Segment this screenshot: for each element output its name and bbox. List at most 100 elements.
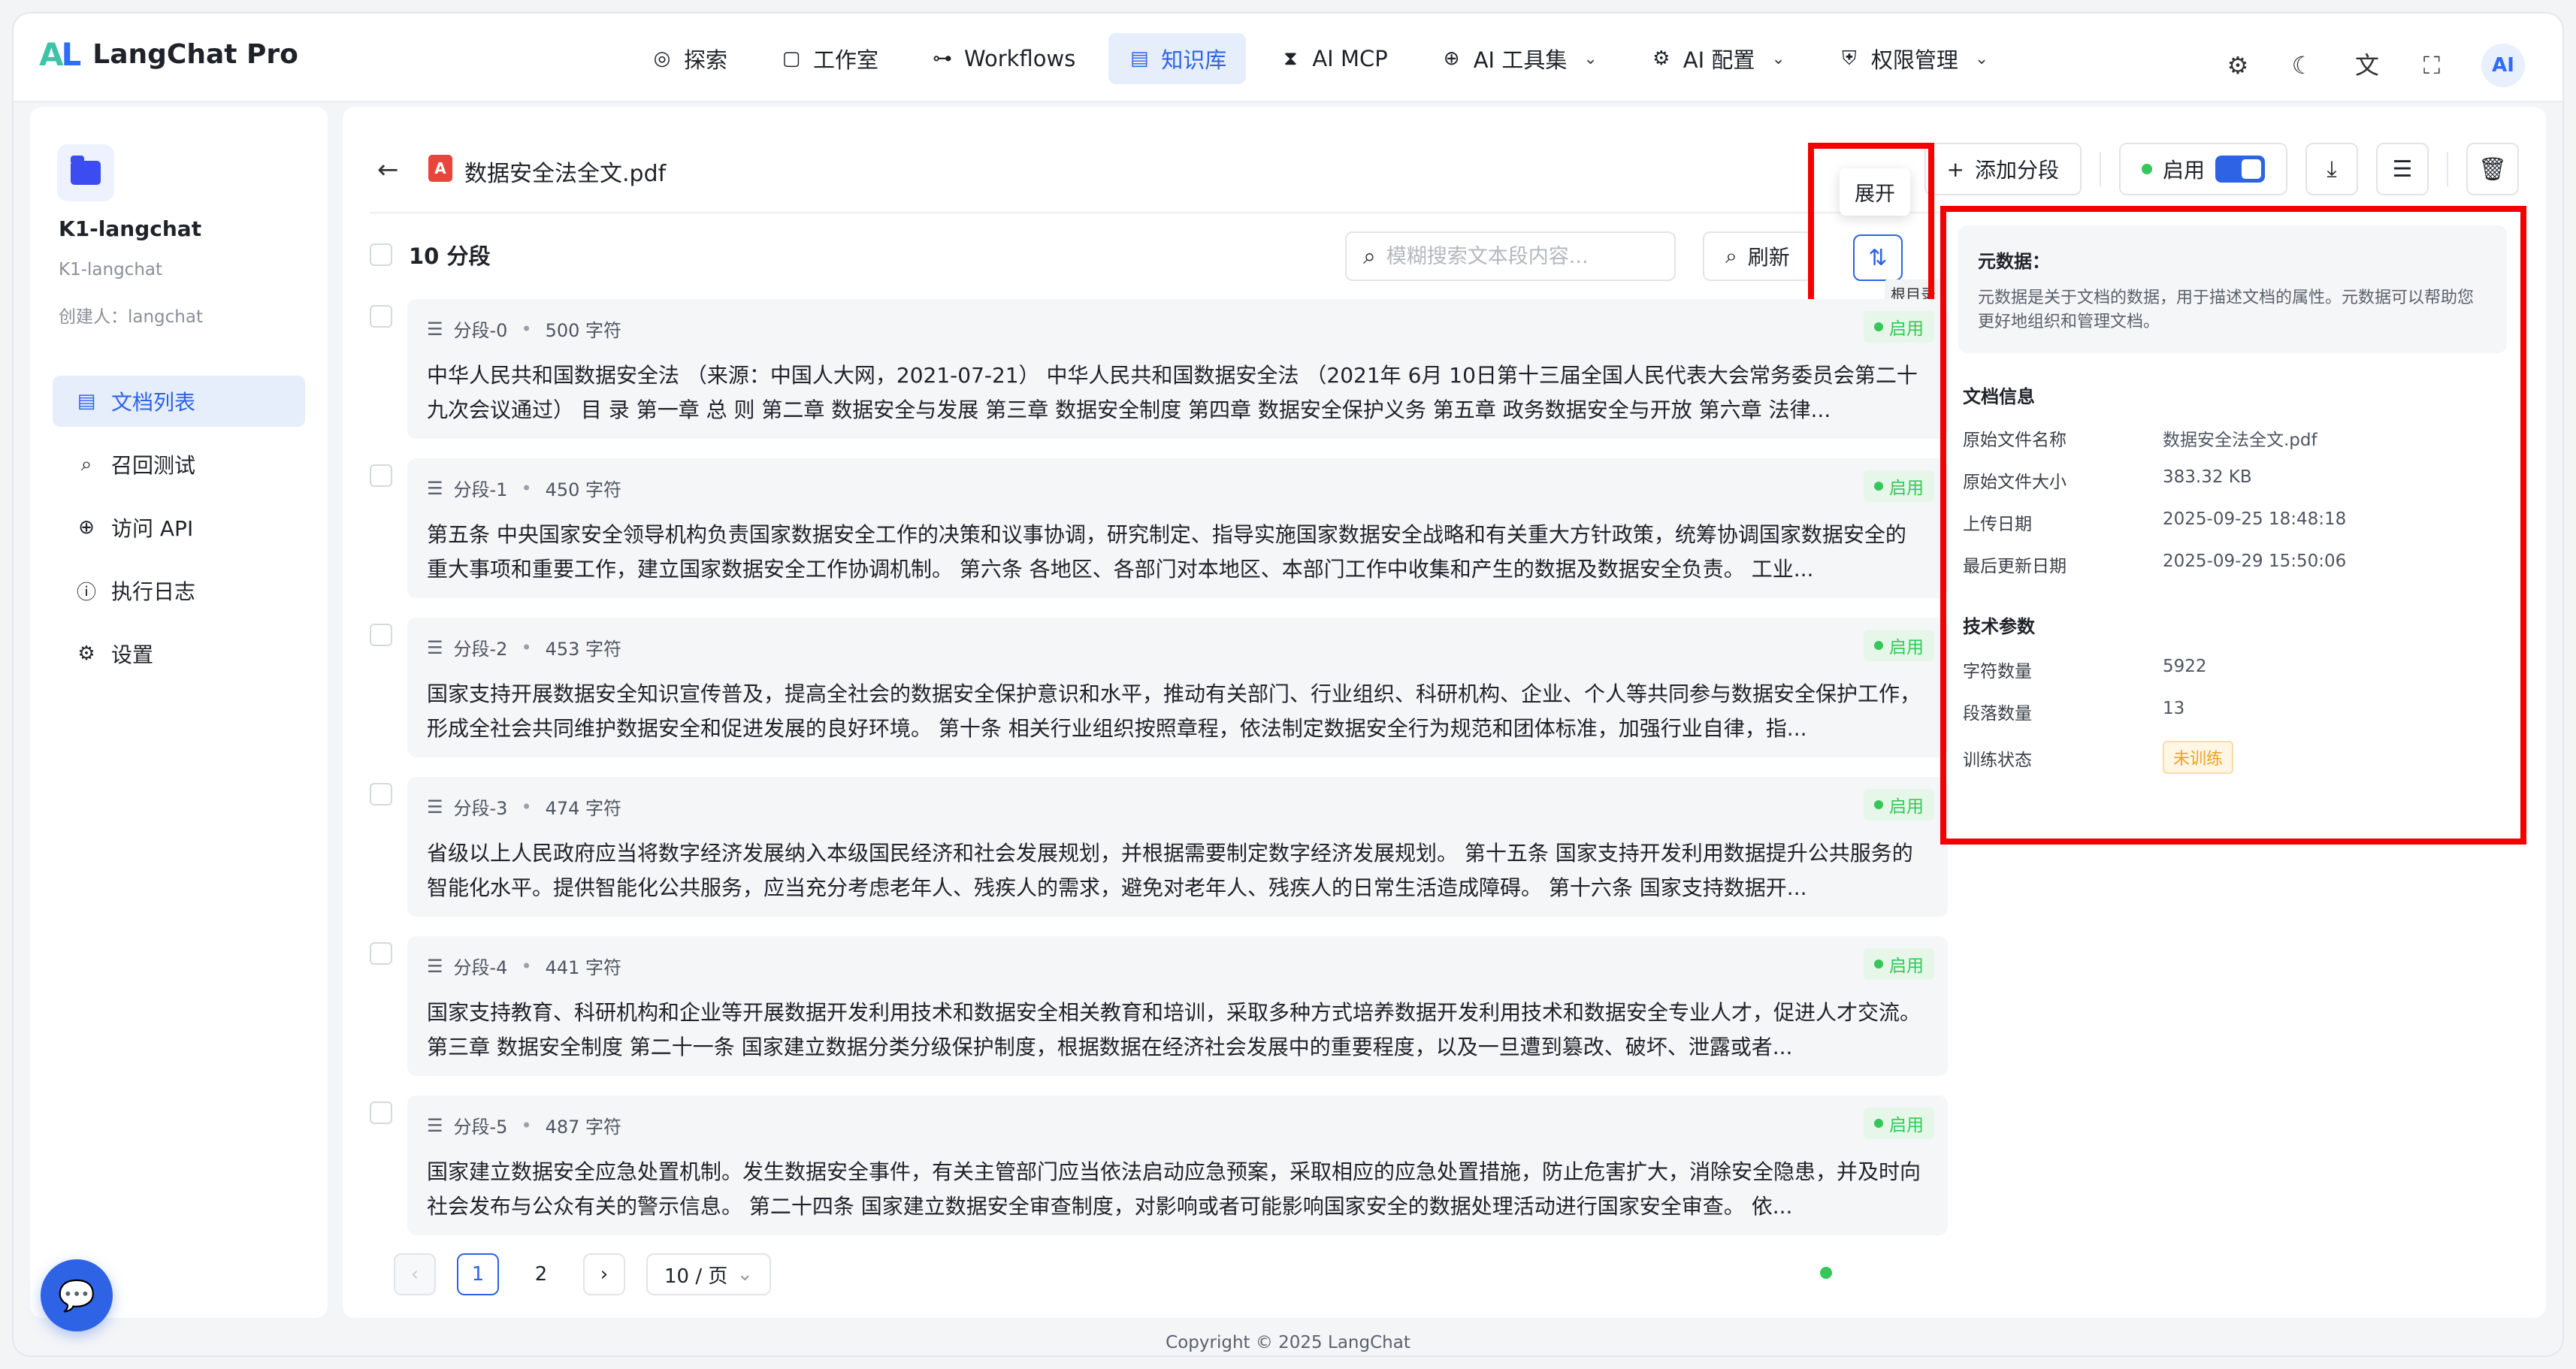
segment-checkbox[interactable]	[370, 1102, 392, 1124]
status-dot-icon	[1874, 482, 1883, 491]
kb-creator: 创建人：langchat	[59, 307, 203, 327]
nav-permissions[interactable]: ⛨ 权限管理 ⌄	[1819, 33, 2008, 84]
plus-icon: +	[1946, 156, 1964, 182]
side-item-settings[interactable]: ⚙ 设置	[53, 628, 305, 679]
add-segment-button[interactable]: + 添加分段	[1924, 143, 2082, 195]
document-actions: + 添加分段 启用 ⤓ ☰ 🗑	[1924, 143, 2519, 195]
segment-checkbox[interactable]	[370, 942, 392, 965]
side-item-document-list[interactable]: ▤ 文档列表	[53, 376, 305, 427]
segment-card[interactable]: ☰ 分段-0 • 500 字符 启用 中华人民共和国数据安全法 （来源：中国人大网，2…	[407, 299, 1948, 439]
nav-ai-tools[interactable]: ⊕ AI 工具集 ⌄	[1421, 33, 1617, 84]
list-item: ☰ 分段-0 • 500 字符 启用 中华人民共和国数据安全法 （来源：中国人大网，2…	[370, 299, 1948, 439]
trash-icon: 🗑	[2478, 156, 2508, 183]
segment-settings-button[interactable]: ☰	[2376, 143, 2429, 195]
chat-button[interactable]: 💬	[41, 1259, 113, 1331]
list-item: ☰ 分段-3 • 474 字符 启用 省级以上人民政府应当将数字经济发展纳入本级国民经…	[370, 777, 1948, 917]
enable-switch[interactable]	[2215, 156, 2265, 183]
segment-card[interactable]: ☰ 分段-2 • 453 字符 启用 国家支持开展数据安全知识宣传普及，提高全社会的数…	[407, 618, 1948, 757]
divider	[2099, 152, 2101, 186]
segment-header: ☰ 分段-3 • 474 字符	[427, 796, 622, 820]
segment-text: 省级以上人民政府应当将数字经济发展纳入本级国民经济和社会发展规划，并根据需要制定…	[427, 841, 1913, 900]
enable-toggle-button[interactable]: 启用	[2118, 143, 2287, 195]
nav-ai-config[interactable]: ⚙ AI 配置 ⌄	[1631, 33, 1805, 84]
settings-gear-icon[interactable]: ⚙	[2223, 50, 2253, 80]
chevron-down-icon: ⌄	[1974, 49, 1989, 68]
logo-mark-icon: AL	[39, 36, 81, 73]
list-icon: ☰	[427, 1114, 443, 1136]
chevron-down-icon: ⌄	[1583, 49, 1598, 68]
segment-count: 10 分段	[409, 243, 491, 269]
delete-button[interactable]: 🗑	[2466, 143, 2519, 195]
search-icon: ⌕	[1725, 243, 1737, 268]
status-badge: 启用	[1864, 789, 1934, 820]
chevron-down-icon: ⌄	[736, 1263, 754, 1286]
segment-card[interactable]: ☰ 分段-1 • 450 字符 启用 第五条 中央国家安全领导机构负责国家数据安全工作…	[407, 458, 1948, 598]
app-name: LangChat Pro	[92, 39, 298, 70]
mcp-icon: ⧗	[1283, 47, 1298, 70]
status-dot-icon	[1874, 641, 1883, 650]
segment-header: ☰ 分段-2 • 453 字符	[427, 636, 622, 660]
chat-bubble-icon: 💬	[58, 1278, 95, 1313]
segment-header: ☰ 分段-1 • 450 字符	[427, 477, 622, 501]
download-button[interactable]: ⤓	[2305, 143, 2358, 195]
segment-checkbox[interactable]	[370, 783, 392, 805]
segment-checkbox[interactable]	[370, 464, 392, 487]
page-2-button[interactable]: 2	[520, 1253, 562, 1295]
list-icon: ☰	[427, 636, 443, 658]
user-avatar[interactable]: AI	[2481, 44, 2525, 87]
segment-card[interactable]: ☰ 分段-4 • 441 字符 启用 国家支持教育、科研机构和企业等开展数据开发利用技…	[407, 936, 1948, 1076]
segment-search-input[interactable]	[1386, 244, 1657, 268]
side-item-execution-log[interactable]: ⓘ 执行日志	[53, 565, 305, 616]
refresh-button[interactable]: ⌕ 刷新	[1703, 231, 1813, 281]
language-icon[interactable]: 文	[2352, 50, 2382, 80]
segment-text: 中华人民共和国数据安全法 （来源：中国人大网，2021-07-21） 中华人民共…	[427, 363, 1918, 422]
nav-studio[interactable]: ▢ 工作室	[760, 33, 898, 84]
segment-card[interactable]: ☰ 分段-3 • 474 字符 启用 省级以上人民政府应当将数字经济发展纳入本级国民经…	[407, 777, 1948, 917]
status-badge: 启用	[1864, 470, 1934, 502]
nav-ai-mcp[interactable]: ⧗ AI MCP	[1259, 33, 1407, 84]
list-icon: ☰	[427, 955, 443, 977]
status-indicator-dot	[1820, 1267, 1832, 1279]
page-size-select[interactable]: 10 / 页 ⌄	[646, 1253, 772, 1295]
document-detail-panel: ← A 数据安全法全文.pdf +添加分段 启用 ⤓ ☰ 🗑 10 分段 ⌕ ⌕…	[343, 107, 2546, 1318]
status-dot-icon	[2141, 164, 2152, 174]
status-dot-icon	[1874, 800, 1883, 809]
nav-workflows[interactable]: ⊶ Workflows	[912, 33, 1095, 84]
separator-dot: •	[521, 318, 532, 340]
page-1-button[interactable]: 1	[457, 1253, 499, 1295]
info-icon: ⓘ	[76, 581, 96, 604]
list-item: ☰ 分段-2 • 453 字符 启用 国家支持开展数据安全知识宣传普及，提高全社会的数…	[370, 618, 1948, 757]
segment-checkbox[interactable]	[370, 624, 392, 646]
app-logo[interactable]: AL LangChat Pro	[39, 36, 298, 73]
dark-mode-moon-icon[interactable]: ☾	[2287, 50, 2317, 80]
top-navbar: AL LangChat Pro ◎ 探索 ▢ 工作室 ⊶ Workflows ▤ 知识库…	[14, 14, 2562, 102]
next-page-button[interactable]: ›	[583, 1253, 625, 1295]
globe-icon: ⊕	[78, 516, 95, 539]
metadata-panel: 元数据： 元数据是关于文档的数据，用于描述文档的属性。元数据可以帮助您更好地组织…	[1940, 206, 2526, 845]
separator-dot: •	[521, 1114, 532, 1136]
prev-page-button[interactable]: ‹	[394, 1253, 436, 1295]
knowledge-base-sidebar: K1-langchat K1-langchat 创建人：langchat ▤ 文档…	[30, 107, 328, 1318]
chevron-down-icon: ⌄	[1771, 49, 1785, 68]
pagination: ‹ 1 2 › 10 / 页 ⌄	[394, 1253, 772, 1295]
side-item-recall-test[interactable]: ⌕ 召回测试	[53, 439, 305, 490]
segment-checkbox[interactable]	[370, 305, 392, 328]
status-badge: 启用	[1864, 630, 1934, 661]
status-badge: 启用	[1864, 1108, 1934, 1139]
nav-explore[interactable]: ◎ 探索	[631, 33, 747, 84]
sliders-icon: ☰	[2392, 156, 2413, 183]
segment-card[interactable]: ☰ 分段-5 • 487 字符 启用 国家建立数据安全应急处置机制。发生数据安全事件，…	[407, 1096, 1948, 1235]
side-item-access-api[interactable]: ⊕ 访问 API	[53, 502, 305, 553]
folder-lock-icon: ⛨	[1842, 47, 1857, 70]
segment-search[interactable]: ⌕	[1345, 231, 1676, 281]
separator-dot: •	[521, 796, 532, 817]
separator-dot: •	[521, 477, 532, 499]
kb-description: K1-langchat	[59, 260, 163, 280]
kb-folder-icon	[57, 144, 114, 201]
header-tools: ⚙ ☾ 文 ⛶ AI	[2223, 44, 2525, 87]
select-all-checkbox[interactable]	[370, 243, 392, 266]
back-arrow-icon[interactable]: ←	[377, 155, 399, 185]
nav-knowledge-base[interactable]: ▤ 知识库	[1108, 33, 1247, 84]
segment-header: ☰ 分段-5 • 487 字符	[427, 1114, 622, 1138]
fullscreen-icon[interactable]: ⛶	[2417, 50, 2447, 80]
